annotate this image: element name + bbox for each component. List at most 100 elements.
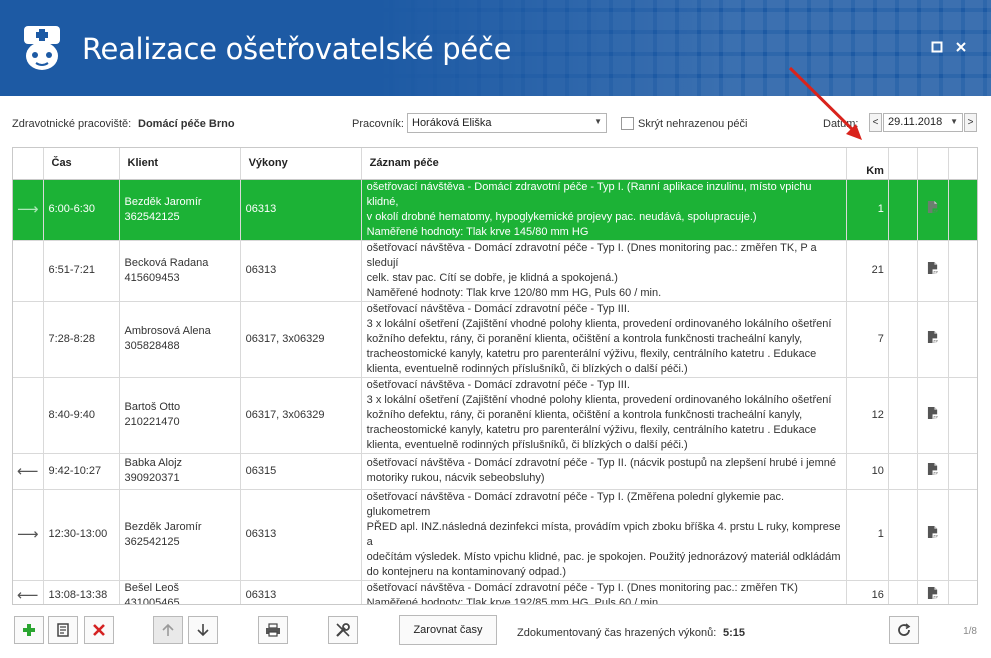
date-picker[interactable]: 29.11.2018 ▼ (883, 113, 963, 132)
row-extra3 (948, 179, 977, 241)
document-icon[interactable]: ZP (927, 261, 939, 275)
row-codes: 06317, 3x06329 (240, 377, 362, 454)
window-title: Realizace ošetřovatelské péče (82, 32, 512, 66)
col-note[interactable]: Záznam péče (361, 148, 847, 180)
row-doc-cell[interactable]: ZP (917, 179, 949, 241)
document-icon[interactable]: ZP (927, 462, 939, 476)
row-note: ošetřovací návštěva - Domácí zdravotní p… (361, 453, 847, 490)
row-extra3 (948, 240, 977, 302)
row-codes: 06313 (240, 489, 362, 581)
row-time: 8:40-9:40 (43, 377, 120, 454)
svg-text:ZP: ZP (933, 415, 939, 419)
move-down-button[interactable] (188, 616, 218, 644)
row-extra1 (888, 580, 918, 604)
row-km: 10 (846, 453, 889, 490)
client-name: Bezděk Jaromír (124, 195, 202, 208)
col-client[interactable]: Klient (119, 148, 241, 180)
col-km[interactable]: Km (846, 148, 889, 180)
svg-text:ZP: ZP (933, 339, 939, 343)
close-icon (956, 42, 966, 52)
table-row[interactable]: 7:28-8:28 Ambrosová Alena 305828488 06317, … (13, 301, 977, 378)
row-time: 12:30-13:00 (43, 489, 120, 581)
plus-icon (23, 624, 35, 636)
table-row[interactable]: ⟶ 6:00-6:30 Bezděk Jaromír 362542125 06313 oš… (13, 179, 977, 241)
client-id: 431005465 (124, 596, 180, 605)
svg-text:ZP: ZP (933, 270, 939, 274)
row-note: ošetřovací návštěva - Domácí zdravotní p… (361, 179, 847, 241)
row-note: ošetřovací návštěva - Domácí zdravotní p… (361, 240, 847, 302)
direction-arrow-icon: ⟵ (13, 580, 44, 604)
delete-button[interactable] (84, 616, 114, 644)
date-label: Datum: (823, 118, 859, 130)
document-icon[interactable]: ZP (927, 200, 939, 214)
documented-time-value: 5:15 (723, 627, 746, 639)
client-name: Bešel Leoš (124, 581, 179, 594)
row-km: 1 (846, 179, 889, 241)
align-times-button[interactable]: Zarovnat časy (399, 615, 497, 645)
date-prev-button[interactable]: < (869, 113, 882, 132)
worker-select[interactable]: Horáková Eliška ▼ (407, 113, 607, 133)
row-extra1 (888, 453, 918, 490)
close-button[interactable] (954, 41, 968, 55)
col-direction (13, 148, 44, 180)
edit-button[interactable] (48, 616, 78, 644)
maximize-button[interactable] (930, 41, 944, 55)
refresh-icon (898, 623, 911, 636)
row-time: 13:08-13:38 (43, 580, 120, 604)
document-icon[interactable]: ZP (927, 406, 939, 420)
row-client: Bezděk Jaromír 362542125 (119, 179, 241, 241)
document-icon[interactable]: ZP (927, 330, 939, 344)
row-extra3 (948, 489, 977, 581)
filter-bar: Zdravotnické pracoviště: Domácí péče Brn… (0, 112, 991, 136)
care-records-table: Čas Klient Výkony Záznam péče Km ⟶ 6:00-6… (12, 147, 978, 605)
row-time: 6:00-6:30 (43, 179, 120, 241)
row-client: Babka Alojz 390920371 (119, 453, 241, 490)
col-codes[interactable]: Výkony (240, 148, 362, 180)
row-extra1 (888, 377, 918, 454)
move-up-button[interactable] (153, 616, 183, 644)
row-client: Becková Radana 415609453 (119, 240, 241, 302)
refresh-button[interactable] (889, 616, 919, 644)
document-icon[interactable]: ZP (927, 525, 939, 539)
add-button[interactable] (14, 616, 44, 644)
svg-text:ZP: ZP (933, 534, 939, 538)
col-time[interactable]: Čas (43, 148, 120, 180)
svg-text:ZP: ZP (933, 595, 939, 599)
edit-note-icon (57, 623, 69, 637)
client-name: Becková Radana (124, 256, 209, 269)
table-row[interactable]: 8:40-9:40 Bartoš Otto 210221470 06317, 3x06… (13, 377, 977, 454)
row-doc-cell[interactable]: ZP (917, 240, 949, 302)
table-row[interactable]: ⟵ 13:08-13:38 Bešel Leoš 431005465 06313 ošet… (13, 580, 977, 605)
row-time: 9:42-10:27 (43, 453, 120, 490)
table-row[interactable]: 6:51-7:21 Becková Radana 415609453 06313 oše… (13, 240, 977, 302)
row-doc-cell[interactable]: ZP (917, 489, 949, 581)
table-header-row: Čas Klient Výkony Záznam péče Km (13, 148, 977, 180)
row-client: Ambrosová Alena 305828488 (119, 301, 241, 378)
document-icon[interactable]: ZP (927, 586, 939, 600)
worker-label: Pracovník: (352, 118, 404, 130)
row-extra3 (948, 580, 977, 604)
app-header: Realizace ošetřovatelské péče (0, 0, 991, 96)
date-next-button[interactable]: > (964, 113, 977, 132)
row-time: 6:51-7:21 (43, 240, 120, 302)
row-extra3 (948, 301, 977, 378)
hide-unpaid-checkbox[interactable] (621, 117, 634, 130)
row-km: 12 (846, 377, 889, 454)
print-button[interactable] (258, 616, 288, 644)
table-row[interactable]: ⟵ 9:42-10:27 Babka Alojz 390920371 06315 ošet… (13, 453, 977, 490)
row-extra1 (888, 179, 918, 241)
direction-arrow-icon: ⟶ (13, 179, 44, 241)
tools-button[interactable] (328, 616, 358, 644)
row-doc-cell[interactable]: ZP (917, 580, 949, 604)
row-note: ošetřovací návštěva - Domácí zdravotní p… (361, 377, 847, 454)
col-extra2 (917, 148, 949, 180)
svg-text:ZP: ZP (933, 471, 939, 475)
row-doc-cell[interactable]: ZP (917, 377, 949, 454)
printer-icon (266, 623, 280, 637)
client-name: Bartoš Otto (124, 401, 181, 413)
row-doc-cell[interactable]: ZP (917, 301, 949, 378)
table-row[interactable]: ⟶ 12:30-13:00 Bezděk Jaromír 362542125 06313… (13, 489, 977, 581)
direction-arrow-icon (13, 240, 44, 302)
client-id: 305828488 (124, 340, 180, 352)
row-doc-cell[interactable]: ZP (917, 453, 949, 490)
